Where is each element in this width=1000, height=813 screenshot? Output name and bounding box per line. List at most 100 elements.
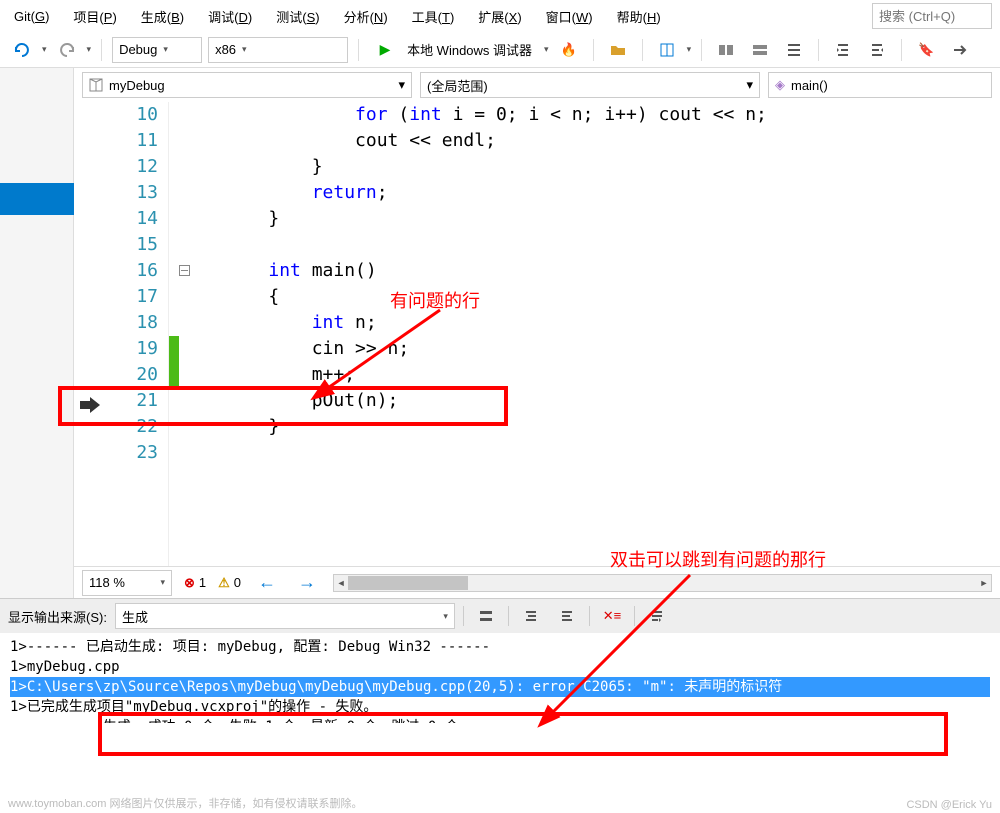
output-header: 显示输出来源(S): 生成▾ ✕≡	[0, 598, 1000, 633]
scope-dropdown[interactable]: (全局范围) ▾	[420, 72, 760, 98]
horizontal-scrollbar[interactable]: ◄►	[333, 574, 992, 592]
error-icon: ⊗	[184, 575, 195, 591]
line-number: 13	[74, 180, 158, 206]
output-line[interactable]: 1>已完成生成项目"myDebug.vcxproj"的操作 - 失败。	[10, 697, 990, 717]
search-input[interactable]	[872, 3, 992, 29]
side-strip	[0, 68, 74, 598]
project-dropdown[interactable]: myDebug ▾	[82, 72, 412, 98]
output-line[interactable]: 1>myDebug.cpp	[10, 657, 990, 677]
output-source-value: 生成	[122, 607, 148, 626]
config-dropdown[interactable]: Debug▾	[112, 37, 202, 63]
config-value: Debug	[119, 42, 157, 57]
line-number: 10	[74, 102, 158, 128]
output-line[interactable]: ========== 生成: 成功 0 个，失败 1 个，最新 0 个，跳过 0…	[10, 717, 990, 723]
code-line[interactable]: int main()	[225, 258, 1000, 284]
annotation-text-1: 有问题的行	[390, 287, 480, 313]
code-line[interactable]: {	[225, 284, 1000, 310]
line-number: 12	[74, 154, 158, 180]
start-debug-button[interactable]: ▶	[369, 37, 397, 63]
line-number: 17	[74, 284, 158, 310]
code-lines[interactable]: for (int i = 0; i < n; i++) cout << n; c…	[205, 102, 1000, 566]
menu-item-测试[interactable]: 测试(S)	[270, 4, 325, 29]
menu-item-窗口[interactable]: 窗口(W)	[540, 4, 599, 29]
code-line[interactable]: return;	[225, 180, 1000, 206]
output-source-label: 显示输出来源(S):	[8, 607, 107, 626]
line-number: 22	[74, 414, 158, 440]
output-source-dropdown[interactable]: 生成▾	[115, 603, 455, 629]
output-wrap-icon[interactable]	[643, 603, 671, 629]
nav-back-icon[interactable]: ←	[253, 570, 281, 596]
output-body[interactable]: 1>------ 已启动生成: 项目: myDebug, 配置: Debug W…	[0, 633, 1000, 723]
output-btn-2[interactable]	[517, 603, 545, 629]
code-line[interactable]: m++;	[225, 362, 1000, 388]
code-line[interactable]: cin >> n;	[225, 336, 1000, 362]
change-bar	[169, 102, 179, 566]
undo-icon[interactable]	[8, 37, 36, 63]
line-number: 16	[74, 258, 158, 284]
indent-right-icon[interactable]	[863, 37, 891, 63]
line-number: 15	[74, 232, 158, 258]
annotation-text-2: 双击可以跳到有问题的那行	[610, 546, 826, 572]
flame-icon[interactable]: 🔥	[555, 37, 583, 63]
active-indicator	[0, 183, 74, 215]
warning-icon: ⚠	[218, 575, 230, 591]
menu-item-帮助[interactable]: 帮助(H)	[611, 4, 667, 29]
code-line[interactable]: pOut(n);	[225, 388, 1000, 414]
output-btn-3[interactable]	[553, 603, 581, 629]
tool-icon-3[interactable]	[746, 37, 774, 63]
platform-dropdown[interactable]: x86▾	[208, 37, 348, 63]
arrow-icon[interactable]	[946, 37, 974, 63]
menu-bar: Git(G) 项目(P) 生成(B) 调试(D) 测试(S) 分析(N) 工具(T) 扩展(X…	[0, 0, 1000, 32]
code-line[interactable]: cout << endl;	[225, 128, 1000, 154]
warning-count[interactable]: ⚠ 0	[218, 575, 241, 591]
code-line[interactable]: int n;	[225, 310, 1000, 336]
platform-value: x86	[215, 42, 236, 57]
code-editor[interactable]: 1011121314151617181920212223 for (int i …	[74, 102, 1000, 566]
line-number: 11	[74, 128, 158, 154]
menu-item-分析[interactable]: 分析(N)	[338, 4, 394, 29]
function-value: main()	[791, 78, 828, 93]
tool-icon-2[interactable]	[712, 37, 740, 63]
error-count[interactable]: ⊗ 1	[184, 575, 206, 591]
nav-fwd-icon[interactable]: →	[293, 570, 321, 596]
editor-status-bar: 118 %▾ ⊗ 1 ⚠ 0 ← → ◄►	[74, 566, 1000, 598]
watermark-text: www.toymoban.com 网络图片仅供展示，非存储，如有侵权请联系删除。	[8, 795, 362, 811]
menu-item-生成[interactable]: 生成(B)	[135, 4, 190, 29]
code-nav-bar: myDebug ▾ (全局范围) ▾ ◈ main()	[74, 68, 1000, 102]
code-line[interactable]: }	[225, 414, 1000, 440]
line-number: 19	[74, 336, 158, 362]
redo-icon[interactable]	[53, 37, 81, 63]
menu-item-扩展[interactable]: 扩展(X)	[472, 4, 527, 29]
menu-item-项目[interactable]: 项目(P)	[67, 4, 122, 29]
tool-icon-4[interactable]	[780, 37, 808, 63]
bookmark-icon[interactable]: 🔖	[912, 37, 940, 63]
toolbar: ▾ ▾ Debug▾ x86▾ ▶ 本地 Windows 调试器 ▾ 🔥 ▾ 🔖	[0, 32, 1000, 68]
menu-item-调试[interactable]: 调试(D)	[202, 4, 258, 29]
output-btn-1[interactable]	[472, 603, 500, 629]
cube-icon: ◈	[775, 77, 785, 93]
function-dropdown[interactable]: ◈ main()	[768, 72, 992, 98]
zoom-dropdown[interactable]: 118 %▾	[82, 570, 172, 596]
tool-icon-1[interactable]	[653, 37, 681, 63]
output-line[interactable]: 1>C:\Users\zp\Source\Repos\myDebug\myDeb…	[10, 677, 990, 697]
indent-left-icon[interactable]	[829, 37, 857, 63]
code-line[interactable]	[225, 440, 1000, 466]
output-clear-icon[interactable]: ✕≡	[598, 603, 626, 629]
folder-open-icon[interactable]	[604, 37, 632, 63]
breakpoint-arrow-icon	[80, 397, 102, 413]
code-line[interactable]: }	[225, 206, 1000, 232]
scope-value: (全局范围)	[427, 76, 488, 95]
menu-item-Git[interactable]: Git(G)	[8, 6, 55, 27]
output-line[interactable]: 1>------ 已启动生成: 项目: myDebug, 配置: Debug W…	[10, 637, 990, 657]
code-line[interactable]	[225, 232, 1000, 258]
line-number: 20	[74, 362, 158, 388]
zoom-value: 118 %	[89, 575, 125, 590]
start-debug-label[interactable]: 本地 Windows 调试器	[407, 40, 532, 59]
code-line[interactable]: }	[225, 154, 1000, 180]
code-line[interactable]: for (int i = 0; i < n; i++) cout << n;	[225, 102, 1000, 128]
line-number: 23	[74, 440, 158, 466]
project-value: myDebug	[109, 78, 165, 93]
menu-item-工具[interactable]: 工具(T)	[406, 4, 461, 29]
csdn-tag: CSDN @Erick Yu	[906, 799, 992, 811]
line-number-gutter: 1011121314151617181920212223	[74, 102, 169, 566]
